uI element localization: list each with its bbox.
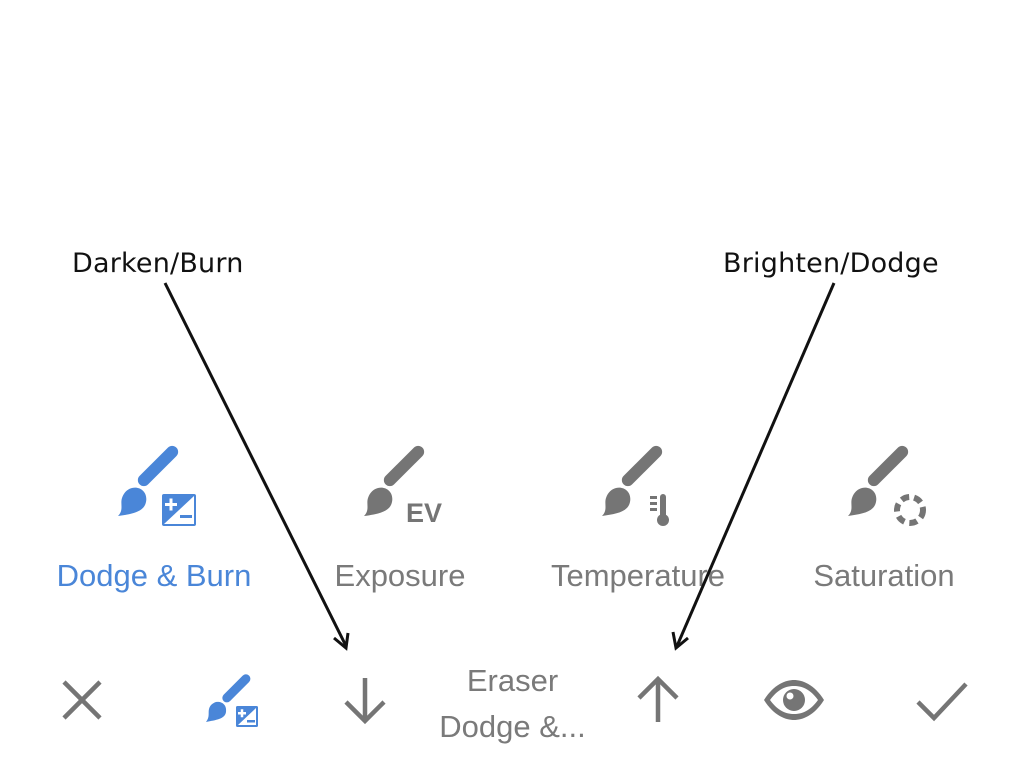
annotation-brighten-dodge: Brighten/Dodge xyxy=(723,248,939,279)
tool-saturation[interactable] xyxy=(840,442,930,532)
dodge-burn-brush-icon xyxy=(118,445,196,526)
arrow-down-icon xyxy=(344,678,386,725)
exposure-brush-icon: EV xyxy=(364,445,442,528)
eye-icon xyxy=(764,680,824,720)
close-button[interactable] xyxy=(50,668,114,732)
brush-tool-button[interactable] xyxy=(200,668,264,732)
mode-label-current: Dodge &... xyxy=(439,709,586,744)
mode-label-eraser: Eraser xyxy=(466,663,559,698)
tool-label-saturation[interactable]: Saturation xyxy=(806,558,962,594)
tool-label-temperature[interactable]: Temperature xyxy=(543,558,733,594)
tool-label-exposure[interactable]: Exposure xyxy=(330,558,470,594)
tool-temperature[interactable] xyxy=(594,442,684,532)
tool-dodge-burn[interactable] xyxy=(110,442,200,532)
check-icon xyxy=(916,682,968,722)
annotation-arrows xyxy=(163,282,836,651)
increase-button[interactable] xyxy=(626,668,690,732)
mode-selector[interactable]: Eraser Dodge &... xyxy=(420,658,605,750)
tool-exposure[interactable]: EV xyxy=(356,442,446,532)
app-screen: Darken/Burn Brighten/Dodge Dodge & Burn … xyxy=(0,0,1024,768)
apply-button[interactable] xyxy=(910,668,974,732)
annotation-darken-burn: Darken/Burn xyxy=(72,248,244,279)
dodge-burn-brush-icon xyxy=(206,674,258,727)
saturation-brush-icon xyxy=(848,445,926,526)
svg-text:EV: EV xyxy=(406,498,442,528)
close-icon xyxy=(62,680,102,720)
decrease-button[interactable] xyxy=(333,668,397,732)
arrow-up-icon xyxy=(637,675,679,722)
tool-label-dodge-burn[interactable]: Dodge & Burn xyxy=(52,558,256,594)
temperature-brush-icon xyxy=(602,445,669,526)
preview-button[interactable] xyxy=(762,668,826,732)
